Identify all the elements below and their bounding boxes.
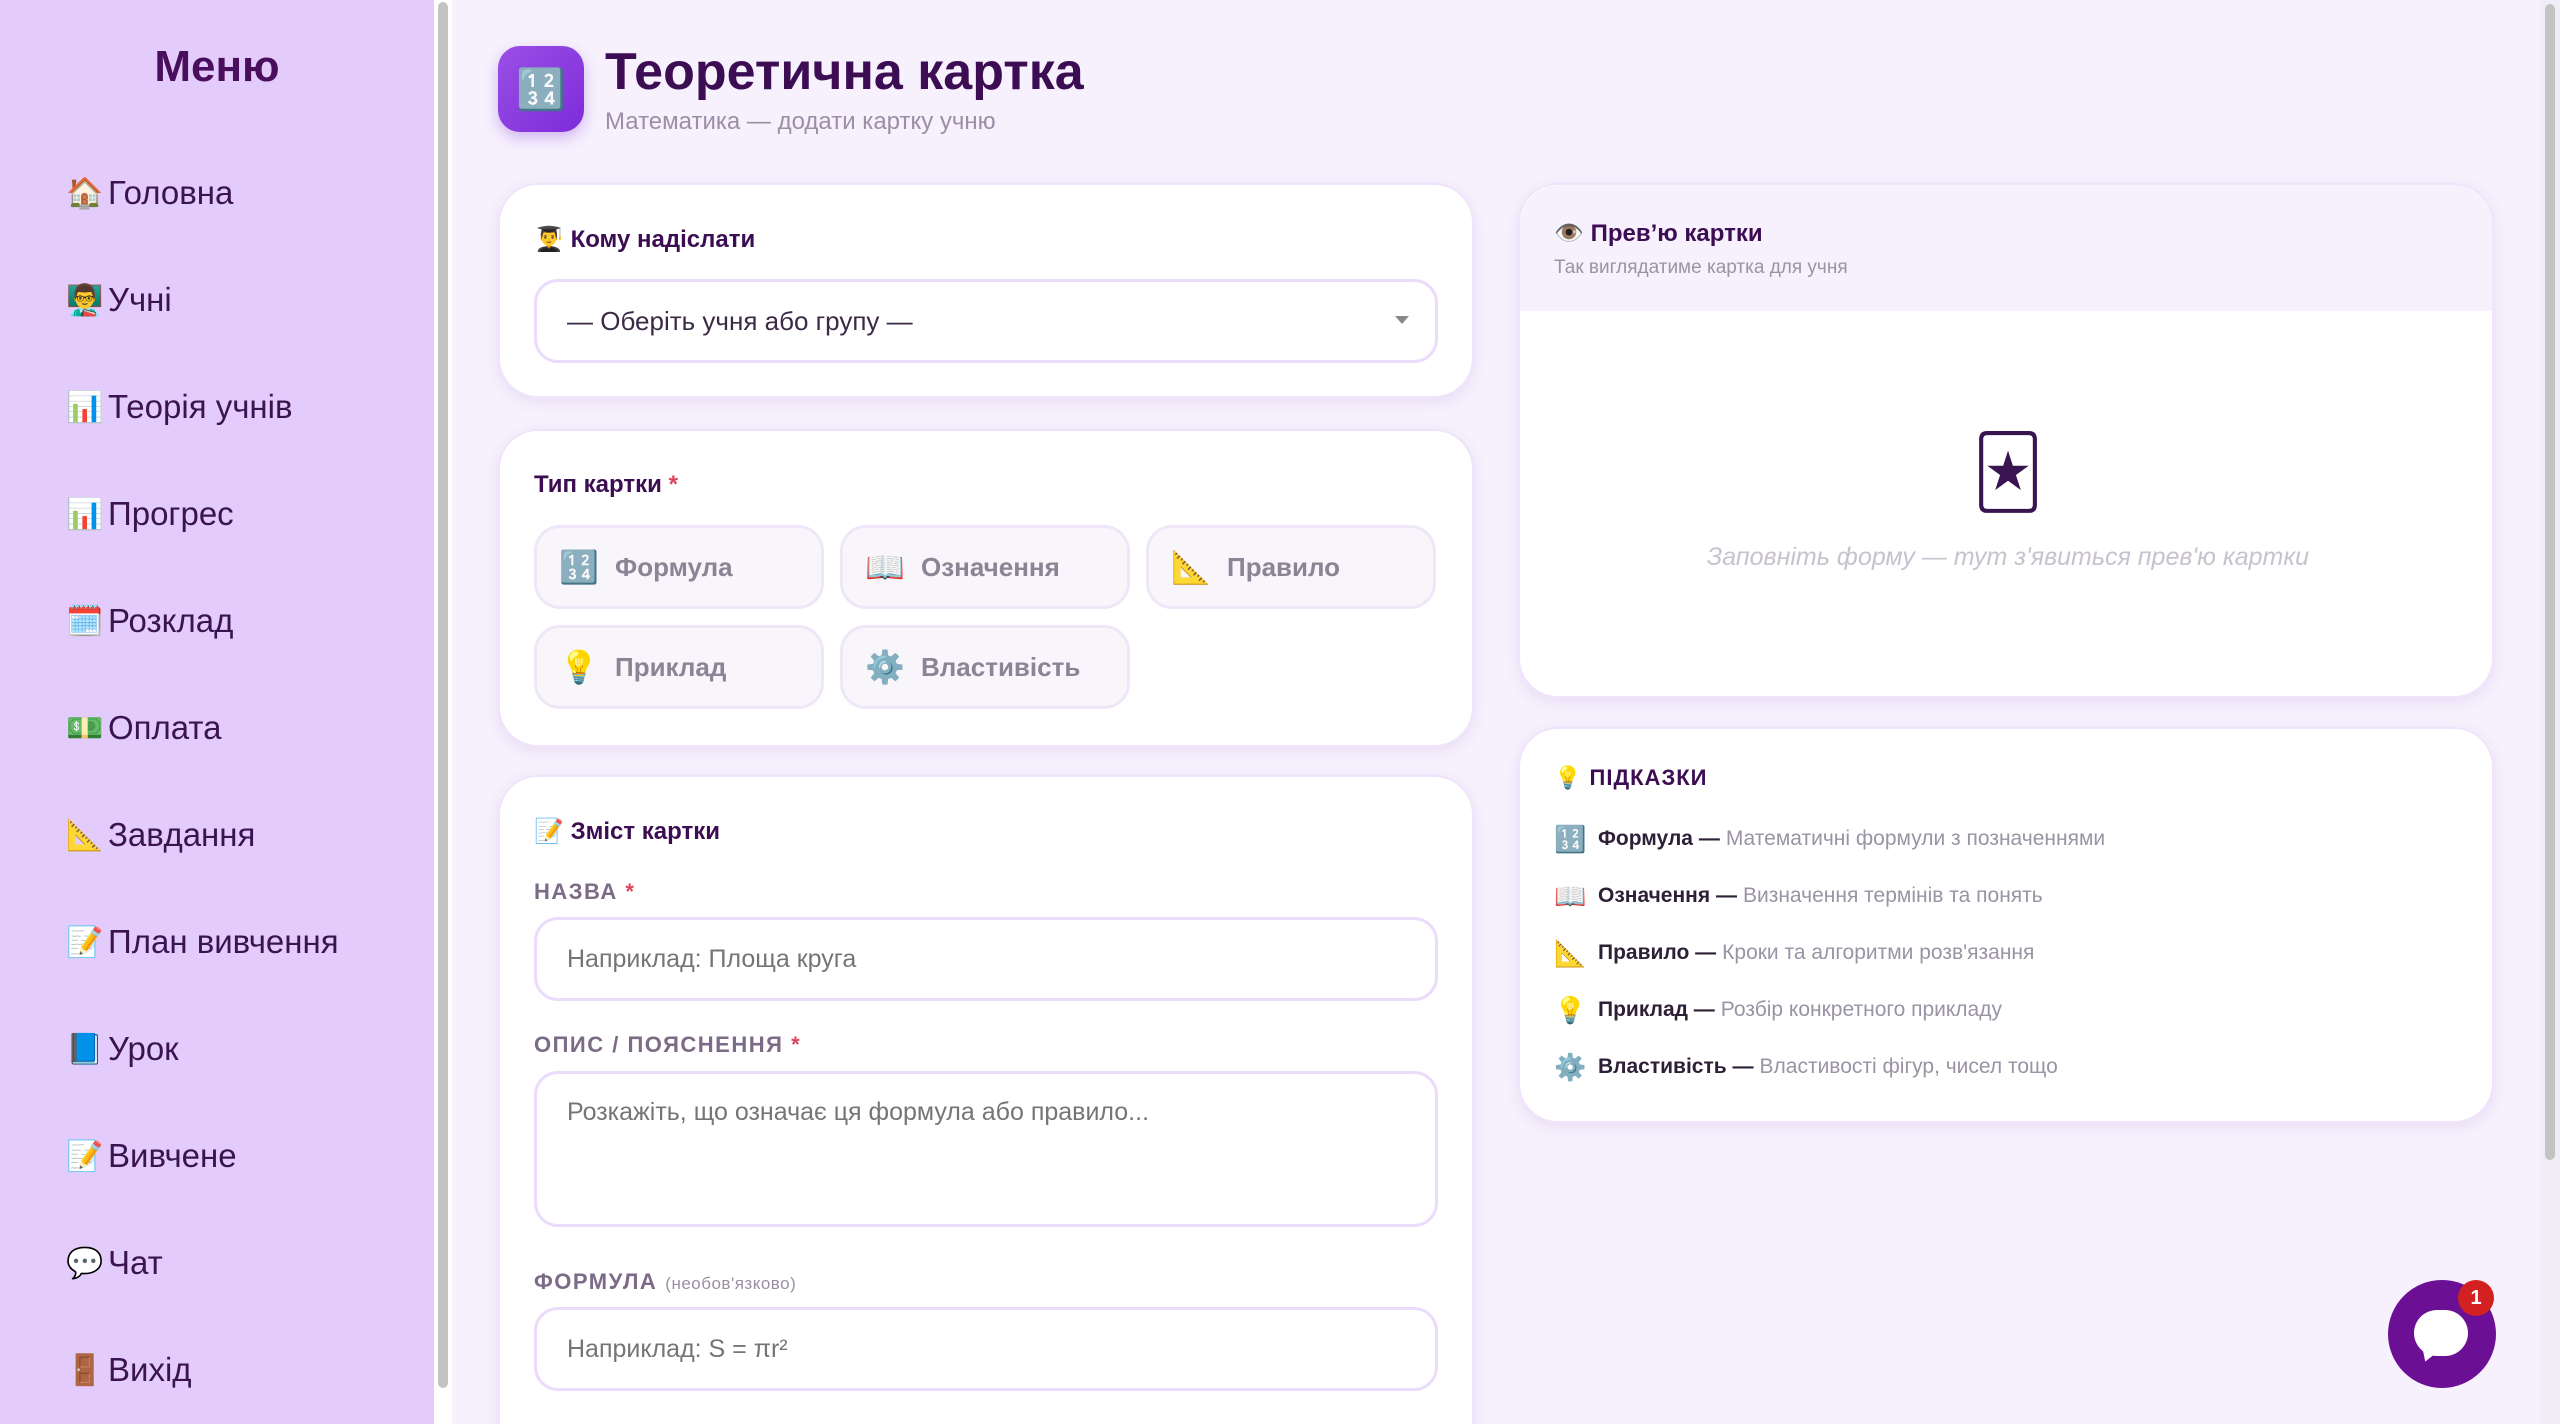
main-scrollbar-thumb[interactable] (2545, 4, 2555, 1160)
preview-card: 👁️ Прев’ю картки Так виглядатиме картка … (1518, 183, 2494, 698)
eye-icon: 👁️ (1554, 220, 1584, 247)
sidebar-item-label: Розклад (108, 602, 234, 639)
sidebar-item-student-theory[interactable]: 📊 Теорія учнів (66, 377, 293, 437)
memo-icon: 📝 (66, 1139, 104, 1173)
sidebar: Меню 🏠 Головна 👨‍🏫 Учні 📊 Теорія учнів 📊… (0, 0, 434, 1424)
sidebar-item-schedule[interactable]: 🗓️ Розклад (66, 591, 233, 651)
speech-bubble-icon: 💬 (66, 1246, 104, 1280)
sidebar-item-home[interactable]: 🏠 Головна (66, 163, 233, 223)
teacher-icon: 👨‍🏫 (66, 283, 104, 317)
door-icon: 🚪 (66, 1353, 104, 1387)
gear-icon: ⚙️ (1554, 1051, 1587, 1082)
chat-unread-badge: 1 (2458, 1280, 2494, 1316)
main-scrollbar[interactable] (2540, 0, 2560, 1424)
sidebar-item-label: Учні (108, 281, 172, 318)
type-option-property[interactable]: ⚙️ Властивість (840, 625, 1130, 709)
name-input[interactable] (534, 917, 1438, 1001)
sidebar-scrollbar-thumb[interactable] (438, 2, 448, 1388)
triangle-ruler-icon: 📐 (1171, 549, 1211, 585)
sidebar-item-study-plan[interactable]: 📝 План вивчення (66, 912, 339, 972)
numbers-icon: 🔢 (1554, 823, 1587, 854)
hint-row-example: 💡 Приклад — Розбір конкретного прикладу (1554, 994, 2002, 1025)
recipient-title: 👨‍🎓 Кому надіслати (534, 226, 756, 253)
recipient-select-value: — Оберіть учня або групу — (567, 305, 913, 336)
sidebar-item-label: Завдання (108, 816, 256, 853)
formula-input[interactable] (534, 1307, 1438, 1391)
sidebar-item-label: Теорія учнів (108, 388, 293, 425)
preview-empty-text: Заповніть форму — тут з'явиться прев'ю к… (1706, 543, 2310, 571)
calculator-numbers-icon: 🔢 (498, 46, 584, 132)
light-bulb-icon: 💡 (1554, 765, 1583, 790)
memo-icon: 📝 (534, 818, 564, 845)
sidebar-item-label: Чат (108, 1244, 163, 1281)
type-option-definition[interactable]: 📖 Означення (840, 525, 1130, 609)
type-option-rule[interactable]: 📐 Правило (1146, 525, 1436, 609)
bar-chart-icon: 📊 (66, 497, 104, 531)
joker-card-icon: 🃏 (1972, 433, 2044, 511)
money-icon: 💵 (66, 711, 104, 745)
open-book-icon: 📖 (1554, 880, 1587, 911)
preview-header (1520, 185, 2492, 311)
hints-card: 💡 ПІДКАЗКИ 🔢 Формула — Математичні формул… (1518, 727, 2494, 1123)
hint-row-property: ⚙️ Властивість — Властивості фігур, чисел… (1554, 1051, 2058, 1082)
content-card: 📝 Зміст картки НАЗВА * ОПИС / ПОЯСНЕННЯ … (498, 775, 1474, 1424)
sidebar-title: Меню (154, 42, 280, 91)
page-title: Теоретична картка (605, 43, 1084, 101)
student-icon: 👨‍🎓 (534, 226, 564, 253)
sidebar-item-logout[interactable]: 🚪 Вихід (66, 1340, 192, 1400)
page-subtitle: Математика — додати картку учню (605, 108, 996, 135)
name-label: НАЗВА * (534, 879, 636, 904)
sidebar-item-label: План вивчення (108, 923, 339, 960)
memo-icon: 📝 (66, 925, 104, 959)
bar-chart-icon: 📊 (66, 390, 104, 424)
calendar-icon: 🗓️ (66, 604, 104, 638)
sidebar-item-tasks[interactable]: 📐 Завдання (66, 805, 255, 865)
sidebar-item-payment[interactable]: 💵 Оплата (66, 698, 222, 758)
hint-row-definition: 📖 Означення — Визначення термінів та поня… (1554, 880, 2043, 911)
sidebar-item-students[interactable]: 👨‍🏫 Учні (66, 270, 172, 330)
sidebar-item-label: Оплата (108, 709, 222, 746)
type-option-formula[interactable]: 🔢 Формула (534, 525, 824, 609)
book-icon: 📘 (66, 1032, 104, 1066)
open-book-icon: 📖 (865, 549, 905, 585)
preview-title: 👁️ Прев’ю картки (1554, 220, 1763, 247)
recipient-select[interactable]: — Оберіть учня або групу — (534, 279, 1438, 363)
sidebar-item-chat[interactable]: 💬 Чат (66, 1233, 163, 1293)
numbers-icon: 🔢 (559, 549, 599, 585)
content-title: 📝 Зміст картки (534, 818, 721, 845)
description-label: ОПИС / ПОЯСНЕННЯ * (534, 1032, 802, 1057)
sidebar-item-label: Урок (108, 1030, 179, 1067)
sidebar-item-lesson[interactable]: 📘 Урок (66, 1019, 179, 1079)
hints-title: 💡 ПІДКАЗКИ (1554, 765, 1708, 790)
recipient-card: 👨‍🎓 Кому надіслати — Оберіть учня або гр… (498, 183, 1474, 398)
light-bulb-icon: 💡 (1554, 994, 1587, 1025)
sidebar-item-label: Головна (108, 174, 234, 211)
gear-icon: ⚙️ (865, 649, 905, 685)
sidebar-scrollbar[interactable] (434, 0, 452, 1424)
hint-row-formula: 🔢 Формула — Математичні формули з позначе… (1554, 823, 2106, 854)
preview-subtitle: Так виглядатиме картка для учня (1554, 257, 1848, 278)
description-textarea[interactable] (534, 1071, 1438, 1227)
chevron-down-icon (1395, 316, 1409, 324)
triangle-ruler-icon: 📐 (66, 818, 104, 852)
card-type-title: Тип картки * (534, 471, 678, 498)
hint-row-rule: 📐 Правило — Кроки та алгоритми розв'язанн… (1554, 937, 2035, 968)
triangle-ruler-icon: 📐 (1554, 937, 1587, 968)
type-option-example[interactable]: 💡 Приклад (534, 625, 824, 709)
home-icon: 🏠 (66, 176, 104, 210)
light-bulb-icon: 💡 (559, 649, 599, 685)
card-type-card: Тип картки * 🔢 Формула 📖 Означення 📐 Пра… (498, 429, 1474, 747)
formula-label: ФОРМУЛА (необов'язково) (534, 1269, 797, 1294)
sidebar-item-label: Вивчене (108, 1137, 237, 1174)
sidebar-item-learned[interactable]: 📝 Вивчене (66, 1126, 237, 1186)
sidebar-item-label: Прогрес (108, 495, 234, 532)
sidebar-item-progress[interactable]: 📊 Прогрес (66, 484, 234, 544)
sidebar-item-label: Вихід (108, 1351, 192, 1388)
